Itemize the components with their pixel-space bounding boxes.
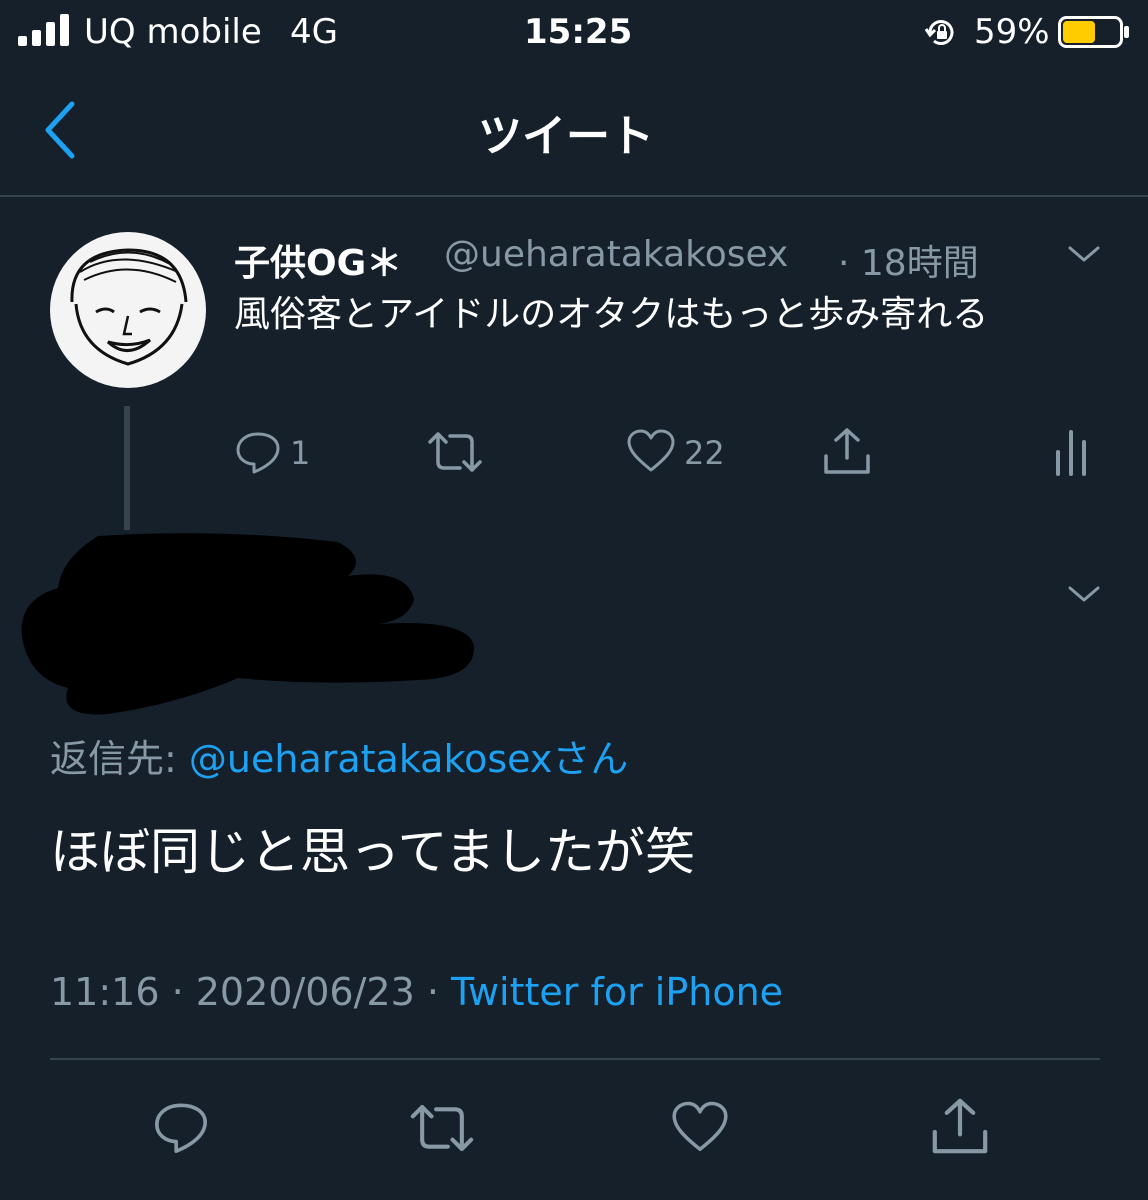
meta-divider <box>50 1058 1100 1060</box>
battery-percent: 59% <box>974 12 1050 52</box>
back-button[interactable] <box>40 100 80 160</box>
reply-to-handle[interactable]: @ueharatakakosex <box>189 737 552 781</box>
reply-icon <box>155 1103 207 1153</box>
nav-divider <box>0 195 1148 197</box>
rotation-lock-icon <box>924 18 958 48</box>
chevron-left-icon <box>45 101 75 159</box>
main-tweet-menu-button[interactable] <box>1064 580 1104 608</box>
reply-button[interactable] <box>234 428 282 476</box>
main-share-button[interactable] <box>930 1096 990 1156</box>
network-label: 4G <box>290 12 338 52</box>
chevron-down-icon <box>1068 246 1100 262</box>
signal-bars-icon <box>18 14 72 46</box>
avatar[interactable] <box>50 232 206 388</box>
tweet-meta: 11:16 · 2020/06/23 · Twitter for iPhone <box>50 970 783 1014</box>
status-bar: UQ mobile 4G 15:25 59% <box>0 0 1148 66</box>
main-reply-button[interactable] <box>152 1098 210 1156</box>
reply-to-suffix: さん <box>552 737 629 781</box>
retweet-icon <box>410 1104 474 1152</box>
display-name[interactable]: 子供OG＊ <box>234 234 402 286</box>
main-like-button[interactable] <box>670 1100 730 1154</box>
reply-to: 返信先: @ueharatakakosexさん <box>50 728 628 783</box>
main-tweet-text: ほぼ同じと思ってましたが笑 <box>50 823 695 881</box>
analytics-icon <box>1056 430 1086 476</box>
carrier-label: UQ mobile <box>84 12 262 52</box>
like-count: 22 <box>684 434 725 472</box>
reply-to-label: 返信先: <box>50 737 189 781</box>
time-ago: · 18時間 <box>838 243 979 284</box>
tweet-source[interactable]: Twitter for iPhone <box>451 970 783 1014</box>
handle[interactable]: @ueharatakakosex <box>444 234 788 275</box>
retweet-icon <box>428 432 482 472</box>
chevron-down-icon <box>1068 586 1100 602</box>
tweet-timestamp: 11:16 · 2020/06/23 · <box>50 970 452 1014</box>
thread-line <box>124 406 130 530</box>
battery-icon <box>1058 16 1130 48</box>
reply-count: 1 <box>290 434 311 472</box>
main-retweet-button[interactable] <box>408 1100 476 1156</box>
clock: 15:25 <box>524 12 633 52</box>
heart-icon <box>672 1101 728 1152</box>
face-drawing-icon <box>70 248 188 366</box>
heart-icon <box>627 429 675 472</box>
like-button[interactable] <box>626 428 676 474</box>
analytics-button[interactable] <box>1054 428 1088 476</box>
redacted-author <box>18 528 478 722</box>
retweet-button[interactable] <box>426 428 484 476</box>
tweet-text: 風俗客とアイドルのオタクはもっと歩み寄れる <box>234 294 989 335</box>
tweet-menu-button[interactable] <box>1064 240 1104 268</box>
page-title: ツイート <box>478 111 654 162</box>
share-button[interactable] <box>822 426 872 476</box>
reply-icon <box>236 432 280 474</box>
share-icon <box>824 428 870 474</box>
share-icon <box>932 1098 988 1154</box>
